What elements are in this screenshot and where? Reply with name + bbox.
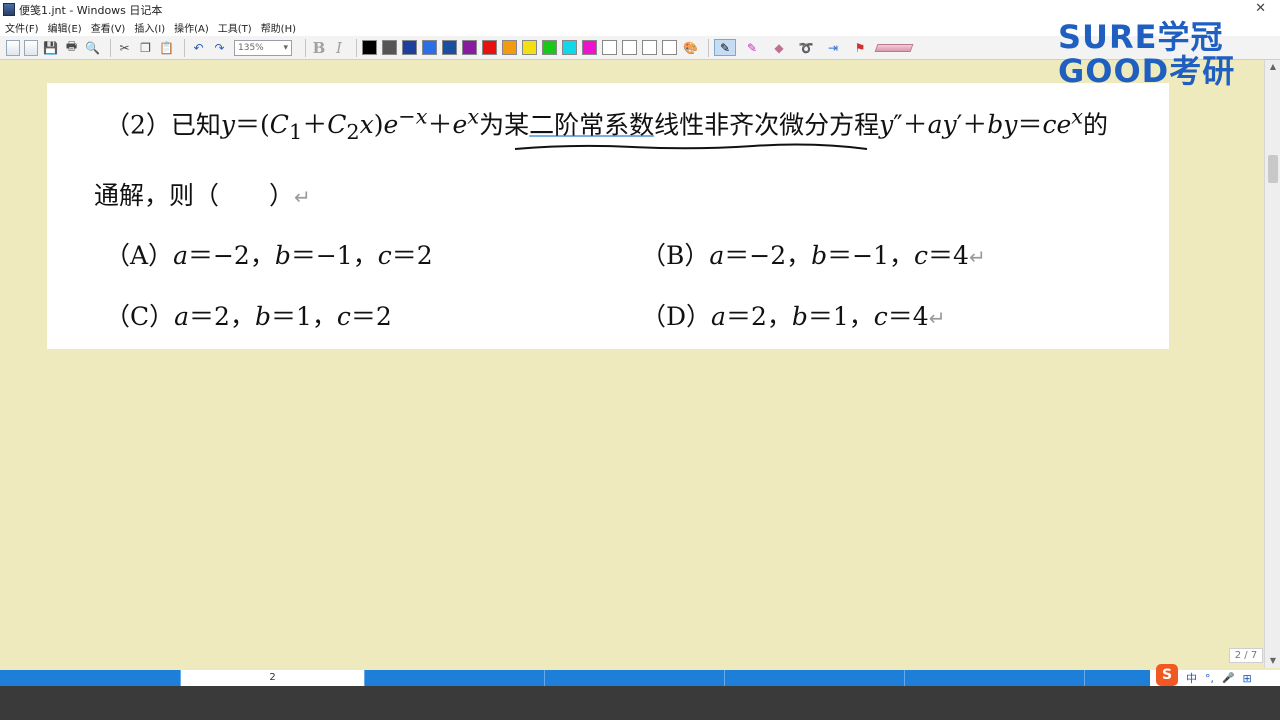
toolbar-separator <box>184 38 185 57</box>
open-icon[interactable] <box>24 39 38 56</box>
menu-actions[interactable]: 操作(A) <box>174 20 209 35</box>
color-swatch-6[interactable] <box>482 40 497 55</box>
logo-line-1: SURE学冠 <box>1058 18 1224 56</box>
scroll-up-icon[interactable]: ▲ <box>1265 60 1280 74</box>
undo-icon[interactable]: ↶ <box>190 39 207 56</box>
toolbar-separator <box>708 38 709 57</box>
color-swatch-8[interactable] <box>522 40 537 55</box>
pen-tool-icon[interactable]: ✎ <box>714 39 736 56</box>
toolbar-separator <box>305 38 306 57</box>
highlighter-tool-icon[interactable]: ✎ <box>741 39 763 56</box>
option-c: （C）a＝2，b＝1，c＝2 <box>105 302 392 331</box>
italic-button[interactable]: I <box>331 39 347 57</box>
toolbar-separator <box>356 38 357 57</box>
color-swatch-5[interactable] <box>462 40 477 55</box>
color-palette <box>362 40 682 55</box>
zoom-select[interactable]: 135% ▾ <box>234 39 292 56</box>
question-card: （2）已知y＝(C1＋C2x)e−x＋ex为某二阶常系数线性非齐次微分方程y″＋… <box>47 83 1169 349</box>
new-note-icon[interactable] <box>6 39 20 56</box>
stem-lead: （2）已知 <box>105 110 221 140</box>
ime-lang-toggle[interactable]: 中 <box>1186 670 1197 686</box>
microphone-icon[interactable]: 🎤 <box>1222 673 1234 684</box>
window-title: 便笺1.jnt - Windows 日记本 <box>19 3 163 17</box>
color-swatch-12[interactable] <box>602 40 617 55</box>
toolbar-separator <box>110 38 111 57</box>
paste-icon[interactable]: 📋 <box>158 39 175 56</box>
scroll-down-icon[interactable]: ▼ <box>1265 654 1280 668</box>
stem-end: 的 <box>1083 110 1109 140</box>
page-tab[interactable] <box>905 670 1085 686</box>
redo-icon[interactable]: ↷ <box>211 39 228 56</box>
color-swatch-13[interactable] <box>622 40 637 55</box>
journal-app-icon <box>3 3 15 16</box>
bold-button[interactable]: B <box>311 39 327 57</box>
menu-file[interactable]: 文件(F) <box>5 20 39 35</box>
question-stem-line1: （2）已知y＝(C1＋C2x)e−x＋ex为某二阶常系数线性非齐次微分方程y″＋… <box>105 105 1108 144</box>
sogou-ime-icon[interactable]: S <box>1156 664 1178 686</box>
color-swatch-4[interactable] <box>442 40 457 55</box>
color-swatch-10[interactable] <box>562 40 577 55</box>
stem-underlined: 二阶常系数 <box>529 110 655 140</box>
option-d: （D）a＝2，b＝1，c＝4↵ <box>641 302 946 331</box>
menu-view[interactable]: 查看(V) <box>91 20 126 35</box>
general-solution: y＝(C1＋C2x)e−x＋ex <box>220 105 480 145</box>
menu-help[interactable]: 帮助(H) <box>261 20 296 35</box>
pen-palette-icon[interactable]: 🎨 <box>682 39 699 56</box>
page-tab[interactable] <box>725 670 905 686</box>
handwritten-underline <box>514 143 868 150</box>
cut-icon[interactable]: ✂ <box>116 39 133 56</box>
find-icon[interactable]: 🔍 <box>84 39 101 56</box>
eraser-tool-icon[interactable]: ◆ <box>768 39 790 56</box>
question-stem-line2: 通解，则（ ）↵ <box>94 181 311 210</box>
page-tabs-bar: 2 S 中 °, 🎤 ⊞ <box>0 664 1280 686</box>
color-swatch-15[interactable] <box>662 40 677 55</box>
brand-logo: SURE学冠 GOOD考研 <box>1058 20 1258 90</box>
save-icon[interactable]: 💾 <box>42 39 59 56</box>
stem-mid: 为某 <box>479 110 530 140</box>
color-swatch-1[interactable] <box>382 40 397 55</box>
print-icon[interactable]: 🖶 <box>63 39 80 56</box>
option-b: （B）a＝−2，b＝−1，c＝4↵ <box>641 241 986 270</box>
menu-insert[interactable]: 插入(I) <box>134 20 165 35</box>
close-icon[interactable]: ✕ <box>1255 1 1266 16</box>
color-swatch-9[interactable] <box>542 40 557 55</box>
page-counter: 2 / 7 <box>1229 648 1263 663</box>
stem-mid2: 线性非齐次微分方程 <box>654 110 880 140</box>
lasso-tool-icon[interactable]: ➰ <box>795 39 817 56</box>
scroll-thumb[interactable] <box>1268 155 1278 183</box>
page-tab[interactable] <box>365 670 545 686</box>
title-bar: 便笺1.jnt - Windows 日记本 ✕ <box>0 0 1280 19</box>
vertical-scrollbar[interactable]: ▲ ▼ <box>1264 60 1280 668</box>
zoom-value: 135% <box>238 42 264 53</box>
option-a: （A）a＝−2，b＝−1，c＝2 <box>105 241 433 270</box>
color-swatch-3[interactable] <box>422 40 437 55</box>
grid-icon[interactable]: ⊞ <box>1242 672 1251 685</box>
page-tab-active[interactable]: 2 <box>181 670 365 686</box>
copy-icon[interactable]: ❐ <box>137 39 154 56</box>
ime-punct-toggle[interactable]: °, <box>1205 672 1214 685</box>
journal-window: 便笺1.jnt - Windows 日记本 ✕ 文件(F) 编辑(E) 查看(V… <box>0 0 1280 720</box>
color-swatch-7[interactable] <box>502 40 517 55</box>
differential-equation: y″＋ay′＋by＝cex <box>879 105 1083 140</box>
flag-icon[interactable]: ⚑ <box>849 39 871 56</box>
insert-space-icon[interactable]: ⇥ <box>822 39 844 56</box>
color-swatch-14[interactable] <box>642 40 657 55</box>
color-swatch-0[interactable] <box>362 40 377 55</box>
pen-width-icon[interactable] <box>874 43 914 52</box>
chevron-down-icon: ▾ <box>283 42 288 53</box>
taskbar <box>0 686 1280 720</box>
menu-tools[interactable]: 工具(T) <box>218 20 252 35</box>
color-swatch-11[interactable] <box>582 40 597 55</box>
menu-edit[interactable]: 编辑(E) <box>48 20 82 35</box>
color-swatch-2[interactable] <box>402 40 417 55</box>
page-tab[interactable] <box>0 670 181 686</box>
return-mark: ↵ <box>294 185 311 209</box>
ime-toolbar: S 中 °, 🎤 ⊞ <box>1150 664 1280 686</box>
page-tab[interactable] <box>545 670 725 686</box>
